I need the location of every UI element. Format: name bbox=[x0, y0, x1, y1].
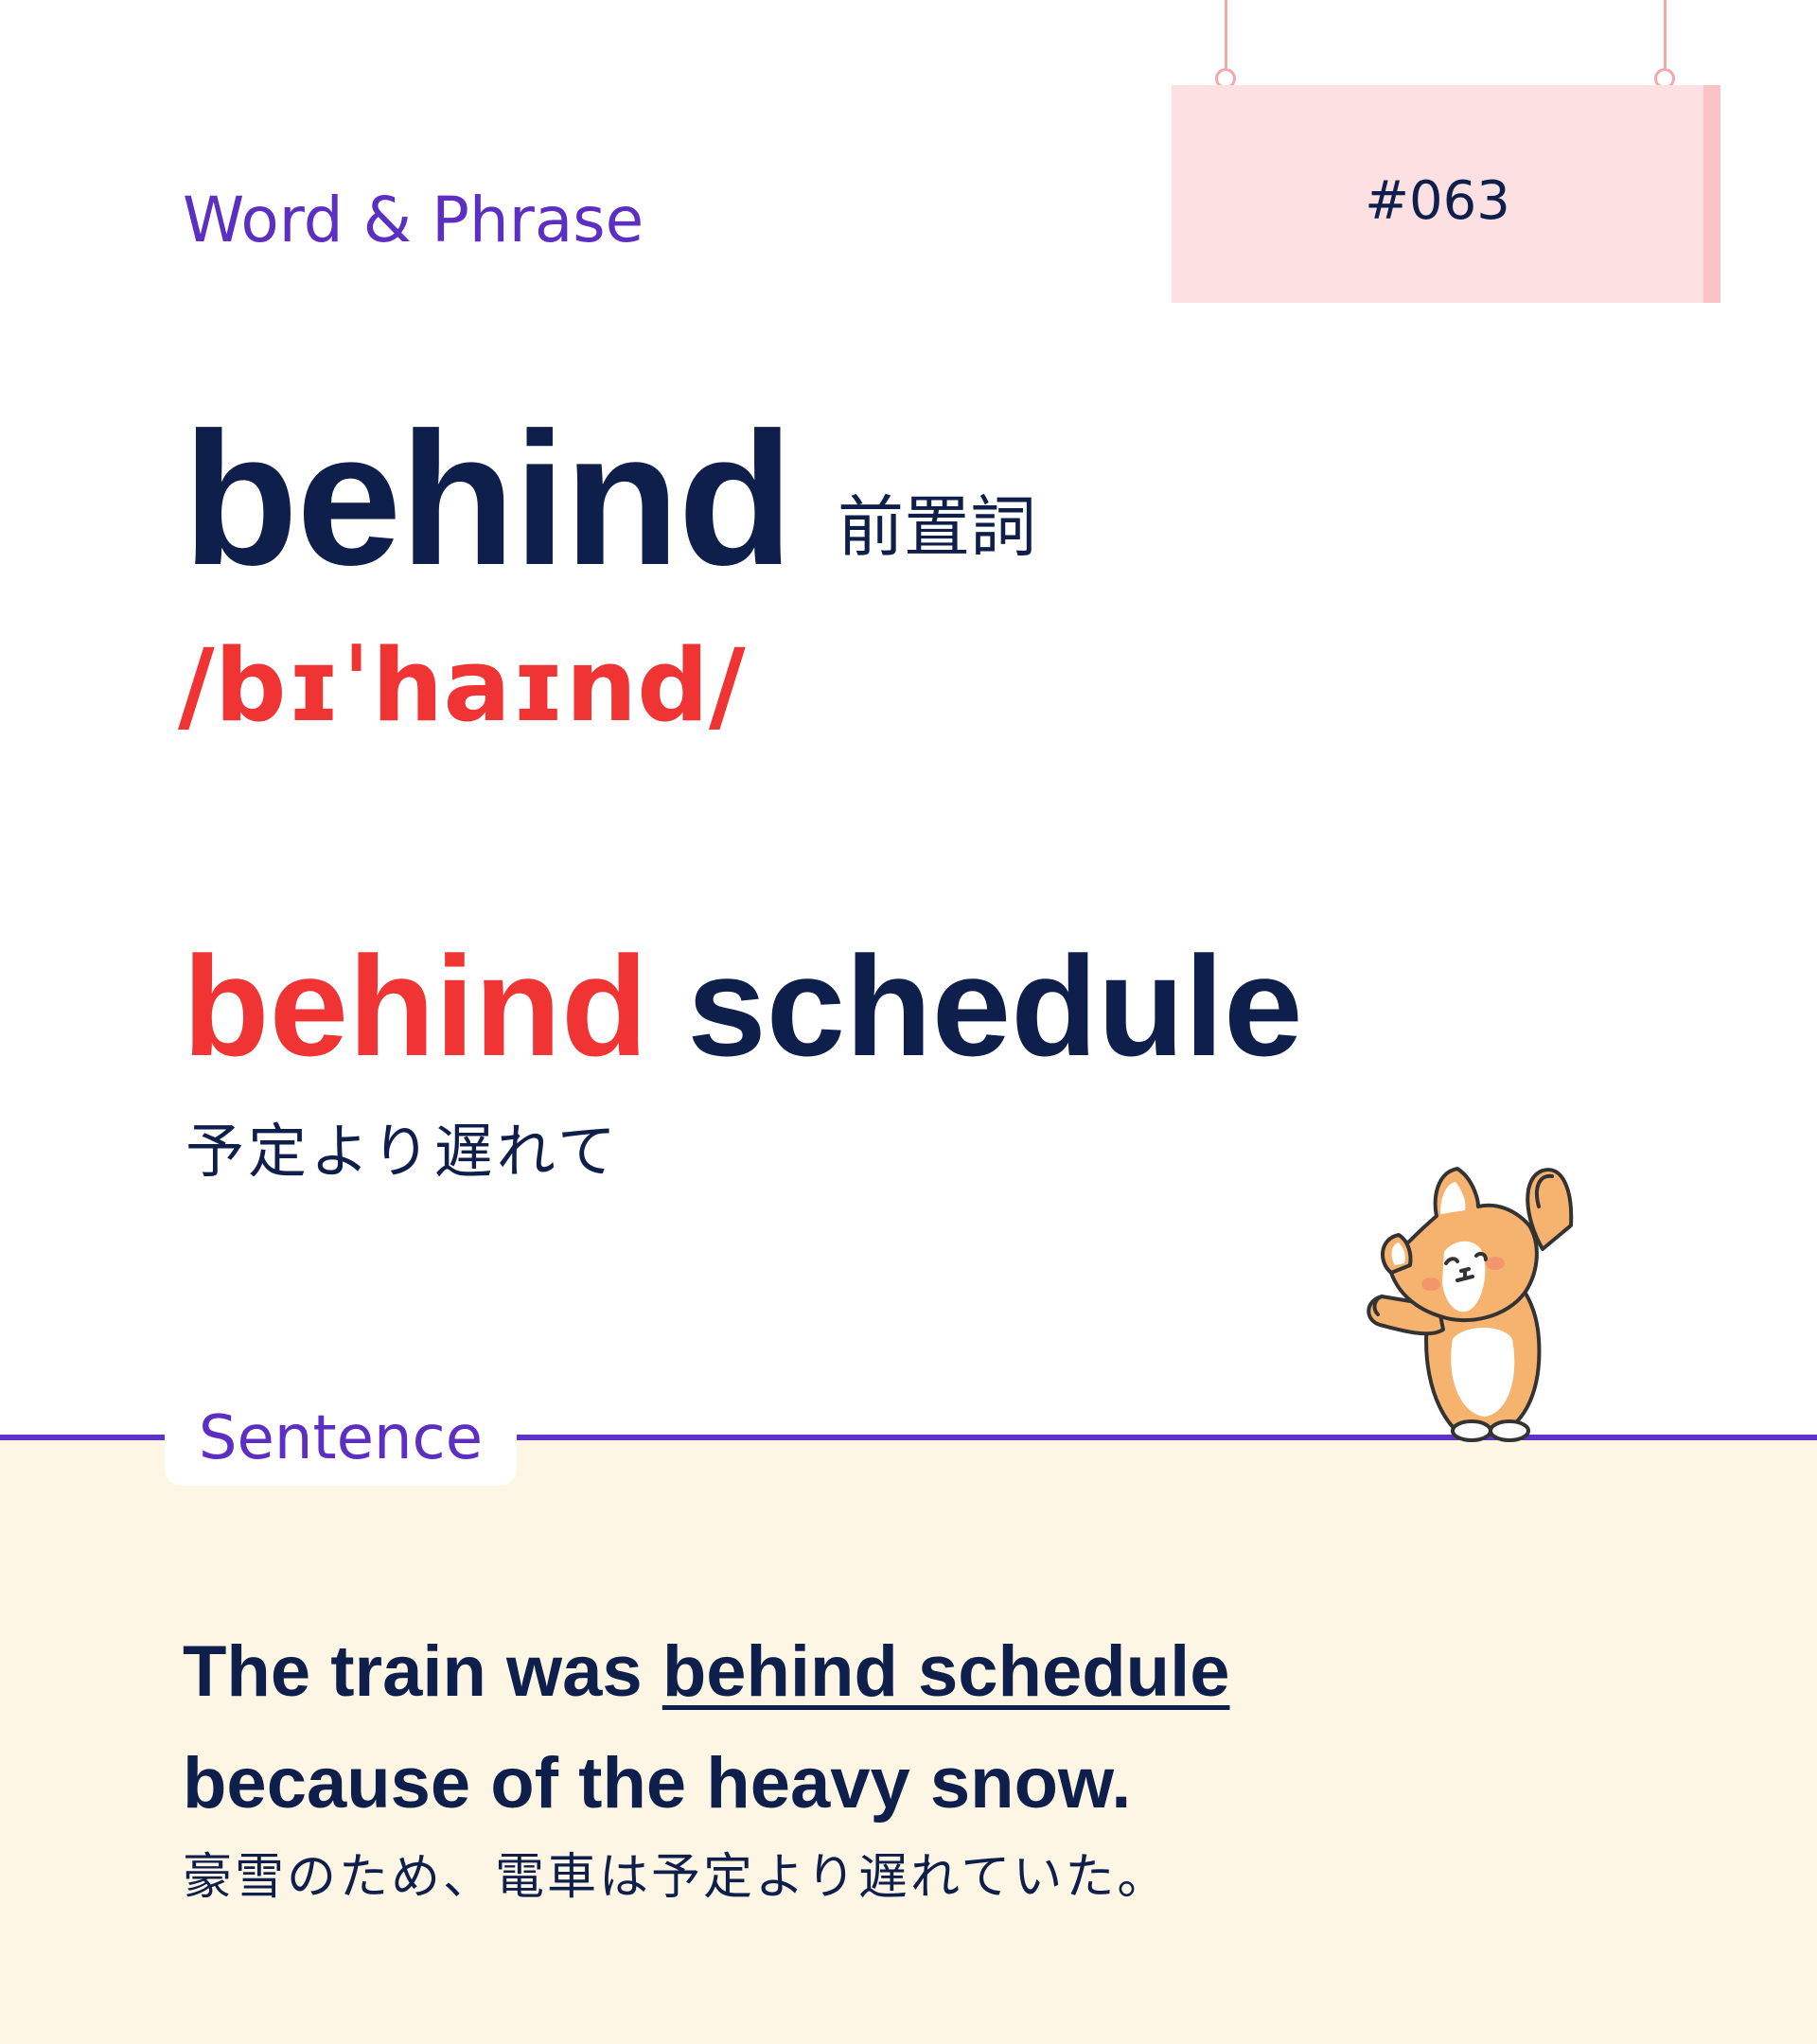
sentence-before: The train was bbox=[183, 1631, 662, 1712]
section-label: Sentence bbox=[198, 1403, 484, 1473]
number-sign: #063 bbox=[1172, 0, 1720, 303]
category-label: Word & Phrase bbox=[183, 184, 644, 256]
example-sentence: The train was behind schedule because of … bbox=[183, 1616, 1659, 1840]
part-of-speech: 前置詞 bbox=[838, 488, 1036, 566]
sign-string-left bbox=[1225, 0, 1227, 68]
example-phrase: behind schedule bbox=[183, 935, 1303, 1077]
section-label-pill: Sentence bbox=[165, 1395, 517, 1486]
sentence-translation: 豪雪のため、電車は予定より遅れていた。 bbox=[183, 1849, 1170, 1906]
pronunciation: /bɪˈhaɪnd/ bbox=[178, 627, 746, 744]
corgi-mascot-icon bbox=[1367, 1167, 1574, 1442]
entry-number: #063 bbox=[1365, 170, 1510, 232]
sentence-after: because of the heavy snow. bbox=[183, 1743, 1132, 1824]
sign-string-right bbox=[1664, 0, 1667, 68]
headword: behind bbox=[183, 394, 793, 605]
phrase-highlight: behind bbox=[183, 926, 648, 1085]
phrase-rest: schedule bbox=[647, 926, 1303, 1085]
sentence-underlined-phrase: behind schedule bbox=[662, 1631, 1230, 1712]
phrase-translation: 予定より遅れて bbox=[185, 1117, 620, 1186]
